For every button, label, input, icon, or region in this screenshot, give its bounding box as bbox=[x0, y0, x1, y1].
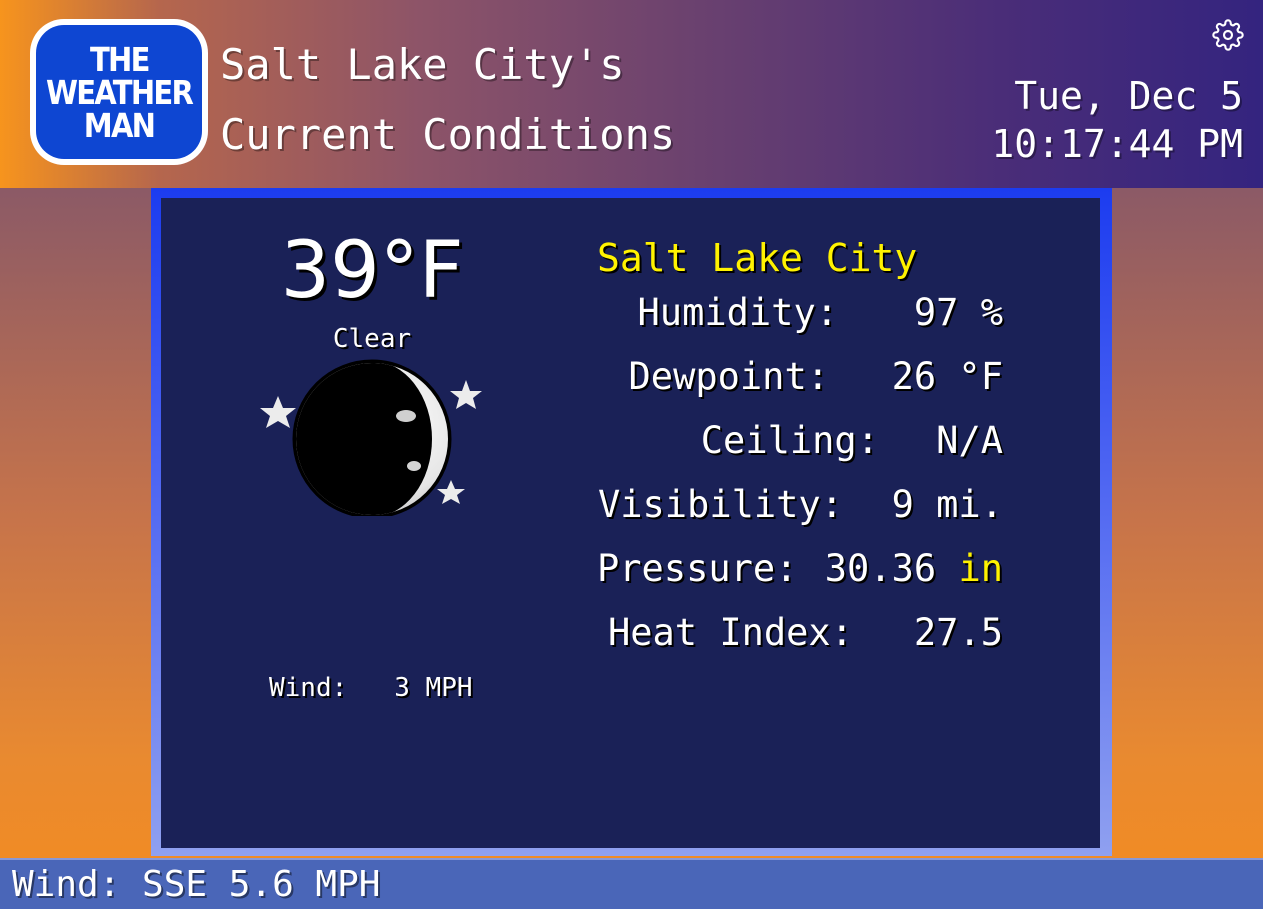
current-date: Tue, Dec 5 bbox=[1014, 74, 1243, 118]
panel-wind: Wind: 3 MPH bbox=[269, 673, 569, 703]
stat-value: 26 °F bbox=[891, 355, 1003, 398]
pressure-value: 30.36 bbox=[824, 547, 937, 590]
stat-value: 30.36 in bbox=[825, 544, 1003, 594]
stat-label: Humidity: bbox=[637, 291, 838, 334]
stat-pressure: Pressure: 30.36 in bbox=[597, 544, 1003, 594]
panel-wind-label: Wind: bbox=[269, 673, 348, 703]
logo-text-line-1: THE bbox=[89, 39, 150, 79]
logo-text-line-2: WEATHER bbox=[45, 72, 194, 112]
gear-icon[interactable] bbox=[1212, 19, 1244, 51]
stat-value: 97 % bbox=[913, 291, 1003, 334]
current-condition: Clear bbox=[332, 324, 412, 354]
page-title: Salt Lake City's Current Conditions bbox=[220, 30, 675, 170]
stat-value: 9 mi. bbox=[891, 483, 1003, 526]
current-time: 10:17:44 PM bbox=[991, 122, 1243, 166]
stat-value: N/A bbox=[936, 419, 1003, 462]
stat-label: Pressure: bbox=[597, 547, 798, 590]
the-weather-man-logo: THE WEATHER MAN bbox=[30, 19, 208, 165]
stat-heat-index: Heat Index: 27.5 bbox=[608, 608, 1003, 658]
ticker-text: Wind: SSE 5.6 MPH bbox=[12, 864, 381, 905]
stat-label: Heat Index: bbox=[607, 611, 853, 654]
stat-humidity: Humidity: 97 % bbox=[637, 288, 1003, 338]
logo-text-line-3: MAN bbox=[83, 105, 156, 145]
stat-dewpoint: Dewpoint: 26 °F bbox=[629, 352, 1003, 402]
stat-value: 27.5 bbox=[913, 611, 1003, 654]
logo-badge: THE WEATHER MAN bbox=[36, 25, 202, 159]
stat-label: Dewpoint: bbox=[628, 355, 829, 398]
stat-ceiling: Ceiling: N/A bbox=[641, 416, 1003, 466]
stat-visibility: Visibility: 9 mi. bbox=[597, 480, 1003, 530]
moon-stars-icon bbox=[256, 356, 496, 519]
stat-label: Visibility: bbox=[597, 483, 843, 526]
conditions-panel-frame: 39°F Clear Wind: 3 MPH Salt Lake City Hu… bbox=[151, 188, 1112, 856]
bottom-ticker-bar: Wind: SSE 5.6 MPH bbox=[0, 858, 1263, 909]
current-temperature: 39°F bbox=[280, 226, 464, 316]
header-bar: THE WEATHER MAN Salt Lake City's Current… bbox=[0, 0, 1263, 188]
page-title-line-2: Current Conditions bbox=[220, 110, 676, 159]
stat-label: Ceiling: bbox=[700, 419, 879, 462]
city-name: Salt Lake City bbox=[597, 236, 918, 280]
page-title-line-1: Salt Lake City's bbox=[220, 40, 625, 89]
date-time: Tue, Dec 5 10:17:44 PM bbox=[991, 72, 1243, 168]
conditions-panel: 39°F Clear Wind: 3 MPH Salt Lake City Hu… bbox=[161, 198, 1100, 848]
panel-wind-value: 3 MPH bbox=[394, 673, 473, 703]
pressure-unit: in bbox=[958, 547, 1003, 590]
